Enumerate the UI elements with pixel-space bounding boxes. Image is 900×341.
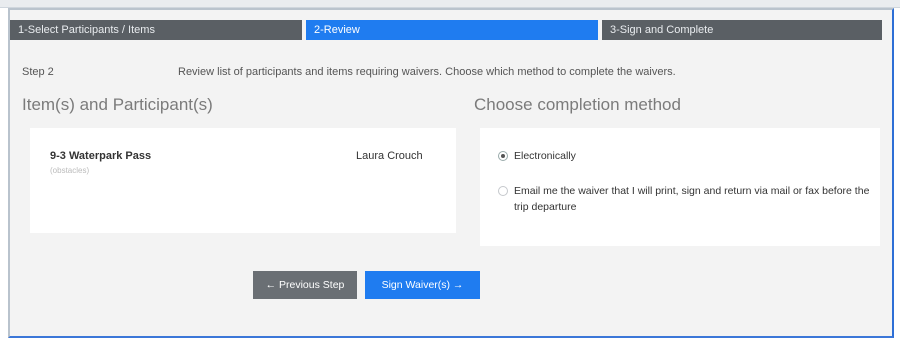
option-email-print[interactable]: Email me the waiver that I will print, s…: [498, 183, 870, 215]
radio-email-print[interactable]: [498, 186, 508, 196]
item-name: 9-3 Waterpark Pass: [50, 150, 152, 162]
items-panel: 9-3 Waterpark Pass (obstacles) Laura Cro…: [30, 128, 456, 233]
step-review[interactable]: 2-Review: [306, 20, 598, 40]
top-strip: [0, 0, 900, 8]
step-label: Step 2: [22, 66, 54, 78]
step-sign-complete[interactable]: 3-Sign and Complete: [602, 20, 882, 40]
previous-step-button[interactable]: ← Previous Step: [253, 271, 357, 299]
completion-method-heading: Choose completion method: [474, 95, 681, 114]
completion-method-panel: Electronically Email me the waiver that …: [480, 128, 880, 246]
step-select-participants[interactable]: 1-Select Participants / Items: [10, 20, 302, 40]
option-email-print-label: Email me the waiver that I will print, s…: [514, 185, 870, 213]
option-electronically-label: Electronically: [514, 150, 576, 162]
step-progress-bar: 1-Select Participants / Items 2-Review 3…: [10, 20, 886, 40]
radio-electronically[interactable]: [498, 151, 508, 161]
sign-waivers-button[interactable]: Sign Waiver(s) →: [365, 271, 480, 299]
option-electronically[interactable]: Electronically: [498, 148, 576, 164]
participant-name: Laura Crouch: [356, 150, 423, 162]
items-participants-heading: Item(s) and Participant(s): [22, 95, 213, 114]
step-description: Review list of participants and items re…: [178, 66, 676, 78]
item-subtext: (obstacles): [50, 166, 90, 175]
